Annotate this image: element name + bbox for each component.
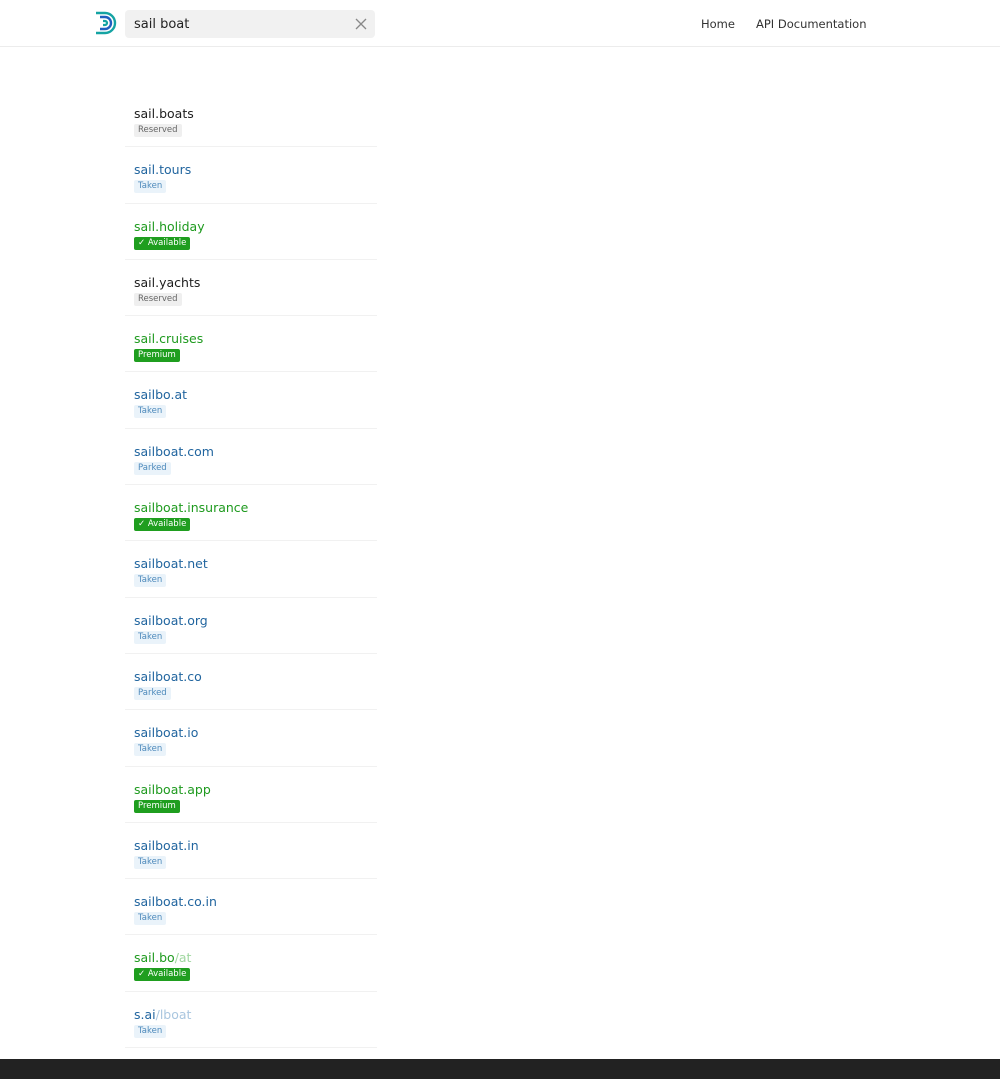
domain-name[interactable]: sail.boats [134,106,194,121]
domain-name-text: sail.tours [134,162,192,178]
domain-name-text: sailbo.at [134,387,188,403]
result-row[interactable]: sailboat.net Taken [125,541,377,598]
result-row[interactable]: sail.cruises Premium [125,316,377,373]
domain-name-text: sail.holiday [134,218,205,234]
search-input[interactable] [134,10,344,38]
result-row[interactable]: sailboat.app Premium [125,767,377,823]
status-badge: Taken [134,1024,167,1038]
domain-name-text: sail.yachts [134,274,201,290]
domain-name[interactable]: sail.tours [134,162,191,177]
domain-name[interactable]: s.ai/lboat [134,1007,191,1022]
status-badge: Premium [134,349,180,363]
result-row[interactable]: s.ai/lboat Taken [125,992,377,1049]
domain-name-text: sailboat.co.in [134,894,217,910]
domain-name-text: s.ai [134,1006,156,1022]
nav-home-link[interactable]: Home [701,17,735,31]
domain-name-text: sailboat.io [134,725,199,741]
status-badge: ✓ Available [134,236,191,250]
close-icon[interactable] [354,17,368,31]
result-row[interactable]: sail.holiday ✓ Available [125,204,377,260]
result-row[interactable]: sailboat.com Parked [125,429,377,486]
result-row[interactable]: sailboat.co.in Taken [125,879,377,936]
domain-name[interactable]: sail.holiday [134,219,205,234]
status-badge: Taken [134,574,167,588]
status-badge: Taken [134,912,167,926]
domain-name[interactable]: sail.yachts [134,275,200,290]
domain-name[interactable]: sailboat.io [134,725,198,740]
result-row[interactable]: sailboat.in Taken [125,823,377,880]
result-row[interactable]: sailboat.org Taken [125,598,377,654]
result-row[interactable]: sailbo.at Taken [125,372,377,429]
domain-name[interactable]: sailboat.in [134,838,199,853]
search-box [125,10,375,38]
domain-name-text: sailboat.app [134,781,211,797]
domain-name-text: sail.bo [134,950,175,966]
result-row[interactable]: sailboat.io Taken [125,710,377,767]
status-badge: Reserved [134,292,182,306]
top-header: Home API Documentation [0,0,1000,47]
logo-icon[interactable] [94,11,120,35]
domain-name[interactable]: sailboat.app [134,782,211,797]
result-row[interactable]: sail.tours Taken [125,147,377,204]
domain-name-text: sailboat.org [134,612,208,628]
bottom-bar [0,1059,1000,1079]
status-badge: Taken [134,630,167,644]
domain-name[interactable]: sailboat.net [134,556,208,571]
domain-name-text: sailboat.co [134,668,202,684]
result-row[interactable]: sail.yachts Reserved [125,260,377,317]
nav-api-documentation-link[interactable]: API Documentation [756,17,867,31]
status-badge: Premium [134,799,180,813]
status-badge: Taken [134,855,167,869]
domain-name-text: sailboat.in [134,837,199,853]
domain-name-text: sailboat.insurance [134,500,249,516]
result-row[interactable]: sail.bo/at ✓ Available [125,935,377,992]
status-badge: Taken [134,405,167,419]
status-badge: Parked [134,461,171,475]
domain-name[interactable]: sail.bo/at [134,950,191,965]
results-list: sail.boats Reserved sail.tours Taken sail.ho… [125,91,377,1079]
status-badge: Taken [134,180,167,194]
domain-name[interactable]: sailbo.at [134,387,187,402]
domain-name[interactable]: sailboat.insurance [134,500,248,515]
domain-name[interactable]: sailboat.org [134,613,208,628]
domain-name-text: sailboat.net [134,556,208,572]
status-badge: ✓ Available [134,968,191,982]
status-badge: ✓ Available [134,518,191,532]
domain-name-text: sail.boats [134,106,194,121]
domain-suffix-text: /lboat [155,1006,192,1022]
domain-name-text: sail.cruises [134,331,204,347]
domain-name[interactable]: sail.cruises [134,331,203,346]
status-badge: Reserved [134,124,182,137]
result-row[interactable]: sail.boats Reserved [125,91,377,148]
status-badge: Taken [134,743,167,757]
status-badge: Parked [134,686,171,700]
domain-suffix-text: /at [174,950,192,966]
domain-name-text: sailboat.com [134,443,214,459]
domain-name[interactable]: sailboat.com [134,444,214,459]
result-row[interactable]: sailboat.co Parked [125,654,377,711]
result-row[interactable]: sailboat.insurance ✓ Available [125,485,377,542]
domain-name[interactable]: sailboat.co.in [134,894,217,909]
domain-name[interactable]: sailboat.co [134,669,202,684]
